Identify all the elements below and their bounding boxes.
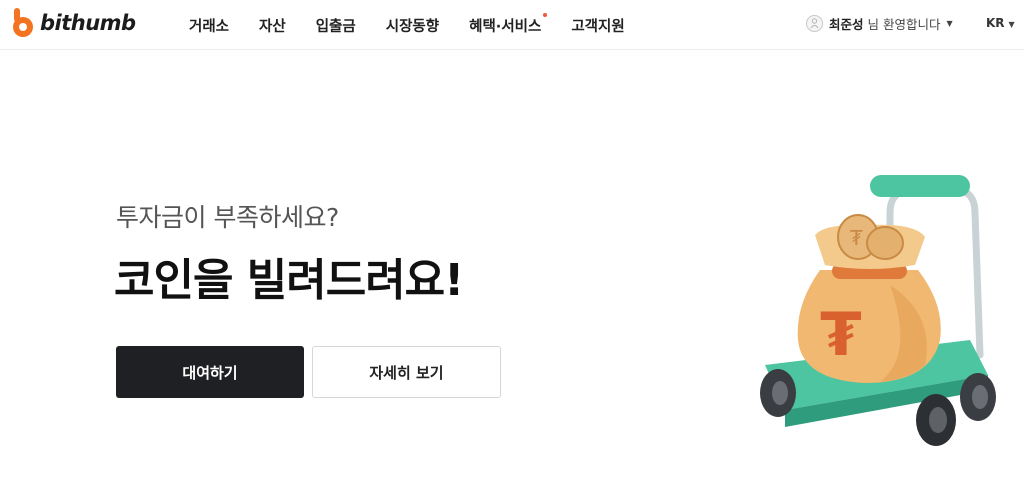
bithumb-logo[interactable]: bithumb: [10, 7, 136, 39]
svg-text:₮: ₮: [820, 300, 862, 370]
nav-item-benefits-label: 혜택·서비스: [469, 18, 542, 35]
user-greeting: 님 환영합니다: [867, 17, 941, 32]
chevron-down-icon: ▼: [1008, 20, 1015, 29]
nav-item-benefits-services[interactable]: 혜택·서비스: [469, 12, 548, 36]
logo-text: bithumb: [40, 11, 136, 35]
hero-subtitle: 투자금이 부족하세요?: [116, 203, 339, 232]
learn-more-button[interactable]: 자세히 보기: [312, 346, 501, 398]
rent-button[interactable]: 대여하기: [116, 346, 304, 398]
nav-item-market-trends[interactable]: 시장동향: [386, 15, 439, 36]
user-name: 최준성: [829, 17, 864, 32]
user-menu[interactable]: 최준성 님 환영합니다 ▼: [806, 14, 953, 33]
language-label: KR: [986, 16, 1005, 30]
nav-item-exchange[interactable]: 거래소: [189, 15, 229, 36]
hero-title: 코인을 빌려드려요!: [114, 255, 464, 306]
top-navigation-bar: bithumb 거래소 자산 입출금 시장동향 혜택·서비스 고객지원 최준성 …: [0, 0, 1024, 50]
nav-item-deposit-withdraw[interactable]: 입출금: [316, 15, 356, 36]
svg-text:₮: ₮: [850, 226, 863, 250]
user-avatar-icon: [806, 15, 823, 32]
chevron-down-icon: ▼: [946, 19, 953, 28]
language-selector[interactable]: KR ▼: [986, 16, 1015, 30]
bithumb-logo-icon: [13, 8, 33, 37]
nav-item-assets[interactable]: 자산: [259, 15, 286, 36]
money-bag-cart-illustration: ₮ ₮: [760, 175, 996, 446]
nav-item-support[interactable]: 고객지원: [571, 15, 624, 36]
main-nav: 거래소 자산 입출금 시장동향 혜택·서비스 고객지원: [189, 0, 655, 50]
notification-dot: [543, 12, 548, 17]
